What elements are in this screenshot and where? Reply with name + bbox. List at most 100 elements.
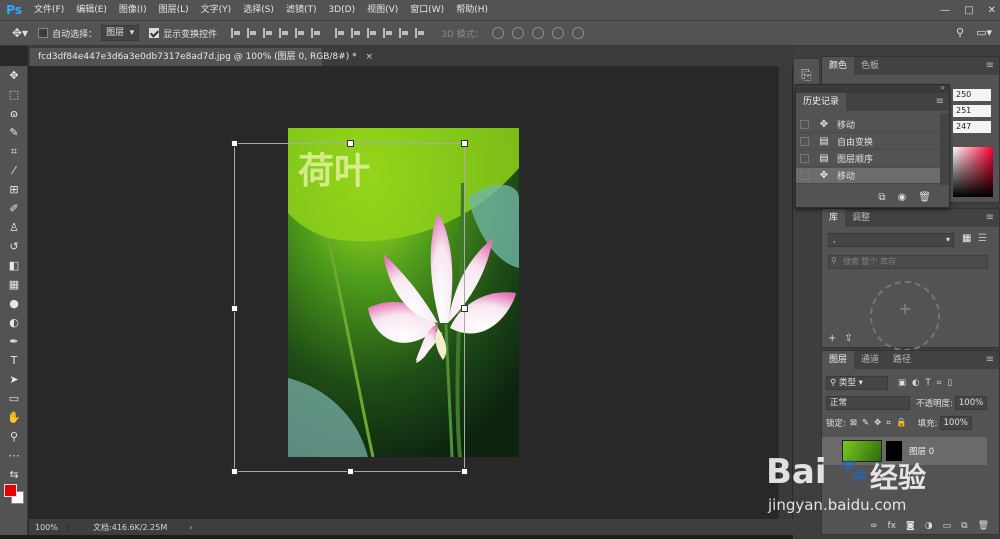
list-view-icon[interactable]: ☰ bbox=[978, 233, 987, 244]
panel-menu-icon[interactable]: ≡ bbox=[986, 213, 994, 223]
tab-adjustments[interactable]: 调整 bbox=[845, 209, 877, 227]
brush-tool-icon[interactable]: ✐ bbox=[0, 199, 28, 218]
close-tab-icon[interactable]: × bbox=[365, 52, 373, 62]
transform-handle-bottom-right[interactable] bbox=[461, 468, 468, 475]
move-tool-preset-icon[interactable]: ✥▾ bbox=[12, 26, 28, 40]
fx-icon[interactable]: fx bbox=[888, 521, 897, 531]
trash-icon[interactable]: 🗑 bbox=[918, 192, 931, 203]
snapshot-camera-icon[interactable]: ◉ bbox=[898, 192, 907, 203]
menu-filter[interactable]: 滤镜(T) bbox=[280, 0, 323, 20]
menu-help[interactable]: 帮助(H) bbox=[450, 0, 494, 20]
3d-roll-icon[interactable] bbox=[511, 27, 524, 39]
adjustment-layer-icon[interactable]: ◑ bbox=[925, 521, 933, 531]
distribute-vcenter-icon[interactable] bbox=[351, 28, 362, 38]
status-menu-icon[interactable]: › bbox=[189, 523, 192, 532]
move-tool-icon[interactable]: ✥ bbox=[0, 66, 28, 85]
history-snapshot-checkbox[interactable] bbox=[800, 171, 809, 180]
align-left-icon[interactable] bbox=[279, 28, 290, 38]
distribute-hcenter-icon[interactable] bbox=[399, 28, 410, 38]
auto-select-target-dropdown[interactable]: 图层 ▾ bbox=[101, 25, 140, 41]
distribute-bottom-icon[interactable] bbox=[367, 28, 378, 38]
free-transform-box[interactable] bbox=[231, 140, 468, 475]
crop-tool-icon[interactable]: ⌗ bbox=[0, 142, 28, 161]
history-scrollbar[interactable] bbox=[940, 113, 949, 185]
library-dropdown[interactable]: , ▾ bbox=[828, 233, 954, 247]
search-icon[interactable]: ⚲ bbox=[956, 26, 964, 39]
hand-tool-icon[interactable]: ✋ bbox=[0, 408, 28, 427]
panel-menu-icon[interactable]: ≡ bbox=[936, 97, 944, 107]
distribute-top-icon[interactable] bbox=[335, 28, 346, 38]
distribute-left-icon[interactable] bbox=[383, 28, 394, 38]
swap-colors-icon[interactable]: ⇆ bbox=[0, 465, 28, 484]
align-top-icon[interactable] bbox=[231, 28, 242, 38]
quick-select-tool-icon[interactable]: ✎ bbox=[0, 123, 28, 142]
link-layers-icon[interactable]: ∞ bbox=[870, 521, 878, 531]
history-snapshot-checkbox[interactable] bbox=[800, 120, 809, 129]
new-group-icon[interactable]: ▭ bbox=[943, 521, 952, 531]
menu-window[interactable]: 窗口(W) bbox=[404, 0, 450, 20]
3d-pan-icon[interactable] bbox=[531, 27, 544, 39]
align-vcenter-icon[interactable] bbox=[247, 28, 258, 38]
shape-tool-icon[interactable]: ▭ bbox=[0, 389, 28, 408]
show-transform-checkbox[interactable] bbox=[149, 28, 160, 38]
workspace-icon[interactable]: ▭▾ bbox=[976, 26, 992, 39]
blur-tool-icon[interactable]: ● bbox=[0, 294, 28, 313]
3d-slide-icon[interactable] bbox=[551, 27, 564, 39]
transform-handle-top-right[interactable] bbox=[461, 140, 468, 147]
foreground-color-swatch[interactable] bbox=[4, 484, 17, 497]
history-item[interactable]: ▤ 图层顺序 bbox=[796, 151, 940, 167]
history-item[interactable]: ▤ 自由变换 bbox=[796, 134, 940, 150]
history-snapshot-checkbox[interactable] bbox=[800, 154, 809, 163]
library-search-input[interactable]: 搜索 整个 库存 bbox=[828, 255, 988, 269]
transform-handle-bottom-left[interactable] bbox=[231, 468, 238, 475]
tab-channels[interactable]: 通道 bbox=[854, 351, 886, 369]
eraser-tool-icon[interactable]: ◧ bbox=[0, 256, 28, 275]
grid-view-icon[interactable]: ▦ bbox=[962, 233, 971, 244]
menu-layer[interactable]: 图层(L) bbox=[153, 0, 195, 20]
history-panel-icon[interactable]: ⎘ bbox=[801, 68, 811, 83]
path-select-tool-icon[interactable]: ➤ bbox=[0, 370, 28, 389]
color-r-field[interactable]: 250 bbox=[953, 89, 991, 101]
color-b-field[interactable]: 247 bbox=[953, 121, 991, 133]
opacity-field[interactable]: 100% bbox=[954, 396, 988, 410]
layer-filter-dropdown[interactable]: ⚲ 类型 ▾ bbox=[826, 376, 888, 390]
zoom-tool-icon[interactable]: ⚲ bbox=[0, 427, 28, 446]
eyedropper-tool-icon[interactable]: ⁄ bbox=[0, 161, 28, 180]
history-brush-tool-icon[interactable]: ↺ bbox=[0, 237, 28, 256]
auto-select-checkbox[interactable] bbox=[38, 28, 49, 38]
restore-button[interactable]: □ bbox=[964, 5, 973, 16]
type-tool-icon[interactable]: T bbox=[0, 351, 28, 370]
tab-color[interactable]: 颜色 bbox=[822, 57, 855, 75]
more-tools-icon[interactable]: ⋯ bbox=[0, 446, 28, 465]
document-tab[interactable]: fcd3df84e447e3d6a3e0db7317e8ad7d.jpg @ 1… bbox=[30, 48, 373, 66]
color-spectrum[interactable] bbox=[953, 147, 993, 197]
collapse-icon[interactable]: » bbox=[940, 83, 945, 92]
tab-swatches[interactable]: 色板 bbox=[854, 57, 886, 75]
add-content-icon[interactable]: + bbox=[828, 333, 836, 344]
history-item-selected[interactable]: ✥ 移动 bbox=[796, 168, 940, 184]
tab-layers[interactable]: 图层 bbox=[822, 351, 855, 369]
lock-icons[interactable]: ⊠✎✥⌗🔒 bbox=[850, 418, 912, 428]
layer-filter-icons[interactable]: ▣◐T⌗▯ bbox=[898, 378, 958, 388]
trash-icon[interactable]: 🗑 bbox=[978, 521, 989, 531]
fill-field[interactable]: 100% bbox=[939, 416, 972, 430]
panel-menu-icon[interactable]: ≡ bbox=[986, 355, 994, 365]
dodge-tool-icon[interactable]: ◐ bbox=[0, 313, 28, 332]
zoom-level[interactable]: 100% bbox=[29, 522, 69, 532]
transform-handle-bottom[interactable] bbox=[347, 468, 354, 475]
tab-paths[interactable]: 路径 bbox=[886, 351, 918, 369]
menu-view[interactable]: 视图(V) bbox=[361, 0, 404, 20]
menu-select[interactable]: 选择(S) bbox=[237, 0, 280, 20]
panel-menu-icon[interactable]: ≡ bbox=[986, 61, 994, 71]
new-document-from-state-icon[interactable]: ⧉ bbox=[878, 192, 885, 203]
menu-edit[interactable]: 编辑(E) bbox=[70, 0, 113, 20]
menu-type[interactable]: 文字(Y) bbox=[195, 0, 238, 20]
history-item[interactable]: ✥ 移动 bbox=[796, 117, 940, 133]
align-hcenter-icon[interactable] bbox=[295, 28, 306, 38]
minimize-button[interactable]: — bbox=[940, 5, 950, 16]
align-right-icon[interactable] bbox=[311, 28, 322, 38]
gradient-tool-icon[interactable]: ▦ bbox=[0, 275, 28, 294]
transform-handle-top[interactable] bbox=[347, 140, 354, 147]
align-bottom-icon[interactable] bbox=[263, 28, 274, 38]
menu-file[interactable]: 文件(F) bbox=[28, 0, 70, 20]
